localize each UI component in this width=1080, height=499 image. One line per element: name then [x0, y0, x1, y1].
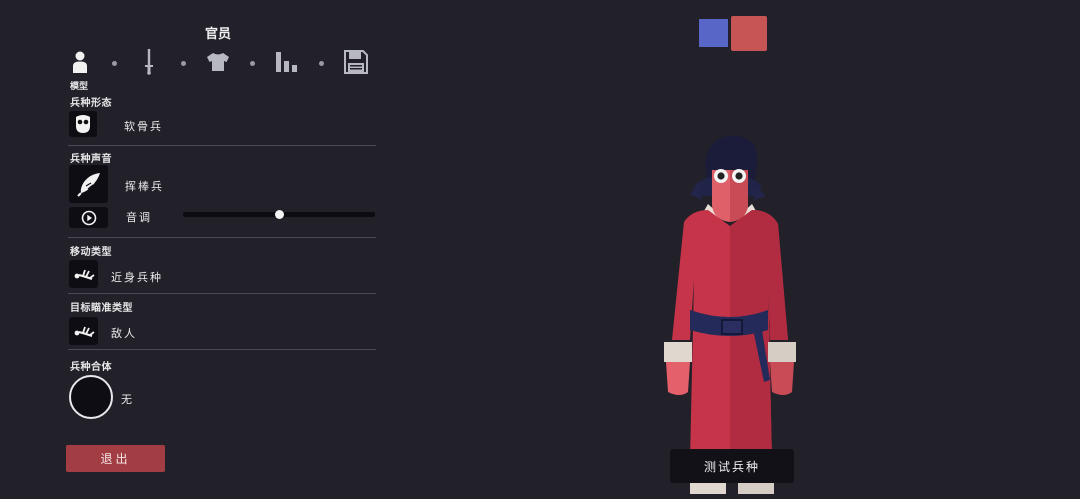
divider: [68, 293, 376, 294]
tab-stats[interactable]: [273, 48, 301, 76]
tab-separator-dot: [181, 61, 186, 66]
unit-preview-model[interactable]: [650, 130, 810, 499]
divider: [68, 349, 376, 350]
unit-voice-value: 挥棒兵: [125, 180, 164, 193]
targeting-type-label: 目标瞄准类型: [70, 303, 133, 314]
unit-merge-value: 无: [121, 393, 134, 406]
team-color-red-swatch[interactable]: [731, 16, 767, 51]
unit-voice-selector[interactable]: [69, 165, 108, 203]
stats-icon: [276, 52, 297, 72]
page-title: 官员: [204, 27, 231, 42]
unit-merge-label: 兵种合体: [70, 362, 112, 373]
fallen-unit-icon: [74, 326, 95, 337]
pitch-slider-handle[interactable]: [274, 210, 284, 219]
targeting-type-value: 敌人: [111, 327, 137, 340]
tab-separator-dot: [319, 61, 324, 66]
tab-weapons[interactable]: [135, 48, 163, 76]
unit-merge-selector[interactable]: [69, 375, 113, 419]
divider: [68, 145, 376, 146]
tab-separator-dot: [250, 61, 255, 66]
test-unit-button[interactable]: 测试兵种: [670, 449, 794, 483]
tab-separator-dot: [112, 61, 117, 66]
targeting-type-selector[interactable]: [69, 317, 98, 345]
play-voice-button[interactable]: [69, 207, 108, 228]
person-icon: [73, 51, 87, 73]
fallen-unit-icon: [74, 269, 95, 280]
tab-save[interactable]: [342, 48, 370, 76]
play-icon: [81, 210, 96, 225]
unit-form-value: 软骨兵: [124, 120, 163, 133]
face-mask-icon: [76, 115, 90, 133]
sword-icon: [145, 49, 153, 75]
movement-type-label: 移动类型: [70, 247, 112, 258]
feather-quill-icon: [76, 173, 100, 197]
unit-voice-label: 兵种声音: [70, 154, 112, 165]
exit-button[interactable]: 退出: [66, 445, 165, 472]
pitch-slider[interactable]: [183, 210, 375, 219]
unit-form-label: 兵种形态: [70, 98, 112, 109]
movement-type-selector[interactable]: [69, 260, 98, 288]
team-color-blue-swatch[interactable]: [699, 19, 728, 47]
tab-model[interactable]: [66, 48, 94, 76]
category-tabs: [60, 48, 380, 78]
tab-clothing[interactable]: [204, 48, 232, 76]
tab-model-label: 模型: [70, 82, 89, 92]
unit-form-selector[interactable]: [69, 111, 97, 137]
divider: [68, 237, 376, 238]
movement-type-value: 近身兵种: [111, 271, 163, 284]
shirt-icon: [207, 53, 229, 71]
save-icon: [344, 50, 368, 74]
pitch-label: 音调: [126, 211, 152, 224]
